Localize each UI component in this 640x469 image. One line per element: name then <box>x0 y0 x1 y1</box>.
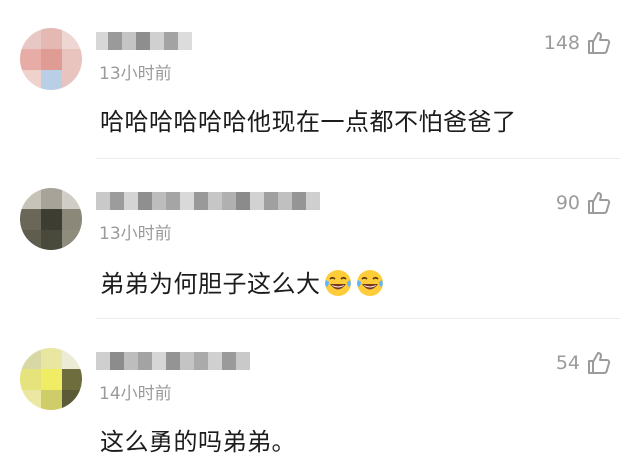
username-blurred[interactable] <box>96 192 328 210</box>
like-count: 90 <box>555 192 580 214</box>
comment-item: 13小时前 弟弟为何胆子这么大 90 <box>0 160 640 320</box>
like-button[interactable]: 54 <box>556 349 612 377</box>
avatar[interactable] <box>20 188 82 250</box>
laughing-tears-emoji <box>355 268 385 298</box>
divider <box>96 158 620 159</box>
comment-item: 14小时前 这么勇的吗弟弟。 54 <box>0 320 640 469</box>
avatar[interactable] <box>20 348 82 410</box>
avatar[interactable] <box>20 28 82 90</box>
thumbs-up-icon <box>586 30 612 56</box>
username-blurred[interactable] <box>96 32 196 50</box>
comment-text: 哈哈哈哈哈哈他现在一点都不怕爸爸了 <box>100 108 517 136</box>
laughing-tears-emoji <box>323 268 353 298</box>
comment-text: 弟弟为何胆子这么大 <box>100 270 321 298</box>
comment-text-row: 弟弟为何胆子这么大 <box>100 268 385 300</box>
comment-text: 这么勇的吗弟弟。 <box>100 428 296 456</box>
like-button[interactable]: 148 <box>544 29 612 57</box>
comment-item: 13小时前 哈哈哈哈哈哈他现在一点都不怕爸爸了 148 <box>0 0 640 160</box>
comment-time: 14小时前 <box>99 384 172 404</box>
username-blurred[interactable] <box>96 352 256 370</box>
like-count: 148 <box>543 32 580 54</box>
comment-time: 13小时前 <box>99 64 172 84</box>
thumbs-up-icon <box>586 190 612 216</box>
comment-time: 13小时前 <box>99 224 172 244</box>
divider <box>96 318 620 319</box>
like-button[interactable]: 90 <box>556 189 612 217</box>
thumbs-up-icon <box>586 350 612 376</box>
like-count: 54 <box>555 352 580 374</box>
